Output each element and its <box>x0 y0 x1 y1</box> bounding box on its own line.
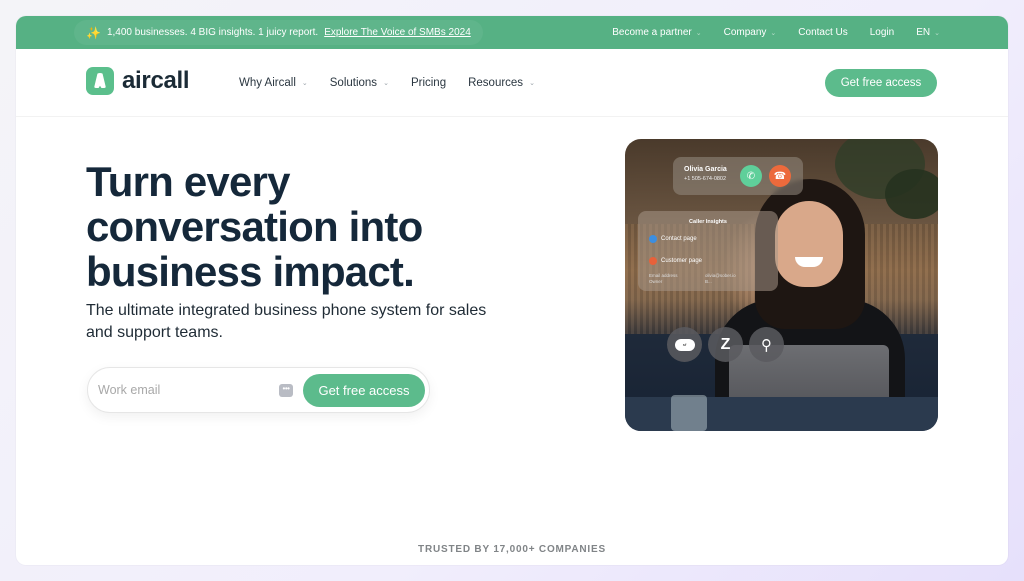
top-link-become-partner[interactable]: Become a partner ⌄ <box>612 27 701 38</box>
salesforce-icon: sf <box>667 327 702 362</box>
hero-image: Olivia Garcia +1 505-674-0802 ✆ ☎ Caller… <box>625 139 938 431</box>
top-link-contact-us[interactable]: Contact Us <box>798 27 847 38</box>
nav-item-pricing[interactable]: Pricing <box>411 77 446 89</box>
nav-menu: Why Aircall ⌄ Solutions ⌄ Pricing Resour… <box>239 49 535 117</box>
hero-title: Turn every conversation into business im… <box>86 158 423 295</box>
top-link-label: Company <box>723 27 767 38</box>
chevron-down-icon: ⌄ <box>301 80 308 87</box>
integration-icons: sf Z ⚲ <box>667 327 784 362</box>
insight-row-label: Contact page <box>661 236 697 242</box>
photo-plant <box>885 169 938 219</box>
announcement-link[interactable]: Explore The Voice of SMBs 2024 <box>324 27 471 38</box>
nav-item-label: Resources <box>468 77 524 89</box>
insights-title: Caller Insights <box>689 219 727 225</box>
chevron-down-icon: ⌄ <box>770 29 777 37</box>
logo[interactable]: aircall <box>86 67 190 95</box>
nav-item-resources[interactable]: Resources ⌄ <box>468 77 535 89</box>
nav-item-solutions[interactable]: Solutions ⌄ <box>330 77 389 89</box>
hero-subtitle: The ultimate integrated business phone s… <box>86 302 487 341</box>
announcement: ✨ 1,400 businesses. 4 BIG insights. 1 ju… <box>74 20 483 45</box>
customer-page-icon <box>649 257 657 265</box>
logo-text: aircall <box>122 67 190 94</box>
decline-call-icon: ☎ <box>769 165 791 187</box>
get-free-access-nav-button[interactable]: Get free access <box>825 69 937 97</box>
insight-meta: Email address olivia@sober.io Owner B... <box>649 273 769 285</box>
sparkle-icon: ✨ <box>86 25 101 40</box>
autofill-icon[interactable]: ••• <box>279 384 293 397</box>
caller-phone: +1 505-674-0802 <box>684 176 727 182</box>
language-label: EN <box>916 27 931 38</box>
nav-item-label: Pricing <box>410 77 447 89</box>
caller-name: Olivia Garcia <box>684 166 727 173</box>
contact-page-icon <box>649 235 657 243</box>
photo-person-face <box>775 201 843 287</box>
work-email-input[interactable] <box>98 376 273 404</box>
meta-label: Email address <box>649 273 678 278</box>
browser-page: ✨ 1,400 businesses. 4 BIG insights. 1 ju… <box>16 16 1008 565</box>
accept-call-icon: ✆ <box>740 165 762 187</box>
photo-glass <box>671 395 707 431</box>
top-link-label: Become a partner <box>612 27 692 38</box>
chevron-down-icon: ⌄ <box>695 29 702 37</box>
nav-item-label: Solutions <box>329 77 378 89</box>
top-link-company[interactable]: Company ⌄ <box>724 27 777 38</box>
nav-item-label: Why Aircall <box>239 77 296 89</box>
chevron-down-icon: ⌄ <box>934 29 940 37</box>
top-link-label: Contact Us <box>798 27 848 38</box>
language-selector[interactable]: EN ⌄ <box>916 27 940 38</box>
top-link-label: Login <box>869 27 895 38</box>
meta-label: Owner <box>649 279 663 284</box>
zendesk-icon: Z <box>708 327 743 362</box>
announcement-bar: ✨ 1,400 businesses. 4 BIG insights. 1 ju… <box>16 16 1008 49</box>
insight-row-customer: Customer page <box>649 257 702 265</box>
announcement-text: 1,400 businesses. 4 BIG insights. 1 juic… <box>106 27 319 38</box>
trusted-by-label: TRUSTED BY 17,000+ COMPANIES <box>418 544 606 555</box>
get-free-access-hero-button[interactable]: Get free access <box>303 374 425 407</box>
chevron-down-icon: ⌄ <box>383 80 389 87</box>
insight-row-contact: Contact page <box>649 235 697 243</box>
aircall-logo-icon <box>86 67 114 95</box>
meta-value: B... <box>705 279 712 284</box>
incoming-call-card: Olivia Garcia +1 505-674-0802 ✆ ☎ <box>673 157 803 195</box>
insight-row-label: Customer page <box>661 258 703 264</box>
nav-item-why-aircall[interactable]: Why Aircall ⌄ <box>239 77 308 89</box>
top-link-login[interactable]: Login <box>870 27 894 38</box>
chevron-down-icon: ⌄ <box>529 80 535 87</box>
hubspot-icon: ⚲ <box>749 327 784 362</box>
signup-form: ••• Get free access <box>87 367 430 413</box>
utility-nav: Become a partner ⌄ Company ⌄ Contact Us … <box>612 16 940 49</box>
main-nav: aircall Why Aircall ⌄ Solutions ⌄ Pricin… <box>16 49 1008 117</box>
caller-insights-card: Caller Insights Contact page Customer pa… <box>638 211 778 291</box>
